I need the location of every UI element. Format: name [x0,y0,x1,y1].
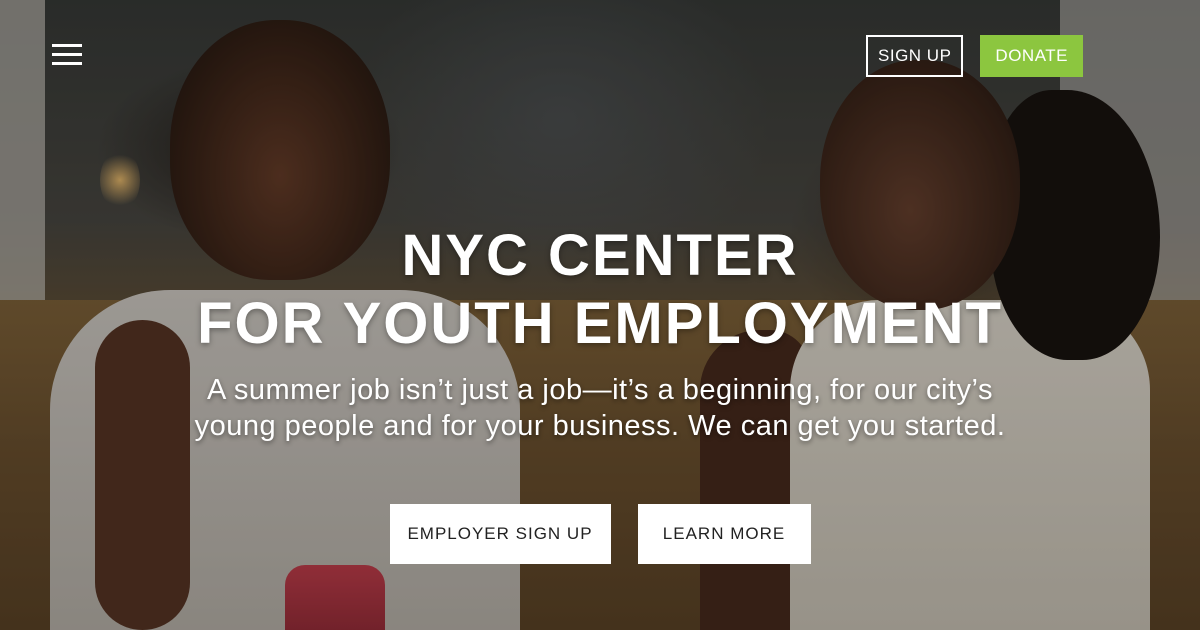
subtitle-line-2: young people and for your business. We c… [194,410,1006,442]
page-title: NYC CENTER FOR YOUTH EMPLOYMENT [0,222,1200,358]
employer-sign-up-button[interactable]: EMPLOYER SIGN UP [389,504,611,564]
title-line-1: NYC CENTER [401,223,799,288]
menu-bar [52,62,82,65]
learn-more-button[interactable]: LEARN MORE [637,504,811,564]
subtitle-line-1: A summer job isn’t just a job—it’s a beg… [207,374,993,406]
hamburger-menu-icon[interactable] [52,44,82,70]
title-line-2: FOR YOUTH EMPLOYMENT [197,291,1003,356]
donate-button[interactable]: DONATE [980,35,1083,77]
menu-bar [52,44,82,47]
photo-lamp [100,150,140,210]
header-actions: SIGN UP DONATE [866,35,1083,77]
cta-group: EMPLOYER SIGN UP LEARN MORE [0,504,1200,564]
sign-up-button[interactable]: SIGN UP [866,35,964,77]
photo-bottle [285,565,385,630]
hero-title: NYC CENTER FOR YOUTH EMPLOYMENT [0,222,1200,358]
photo-girl-arm [95,320,190,630]
hero-subtitle: A summer job isn’t just a job—it’s a beg… [0,372,1200,444]
menu-bar [52,53,82,56]
subtitle-text: A summer job isn’t just a job—it’s a beg… [0,372,1200,444]
